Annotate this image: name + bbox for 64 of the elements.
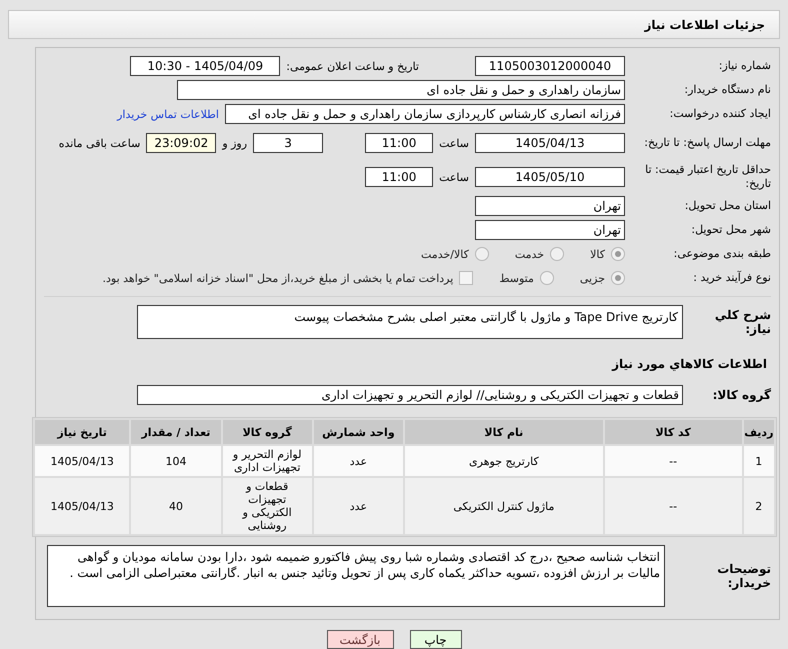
table-cell: 1405/04/13 (35, 446, 130, 476)
field-label: شهر محل تحویل: (690, 223, 771, 237)
payment-checkbox[interactable]: پرداخت تمام یا بخشی از مبلغ خرید،از محل "اسناد خزانه اسلامی" خواهد بود. (102, 271, 474, 285)
field-label: استان محل تحویل: (684, 199, 771, 213)
column-header: واحد شمارش (314, 420, 403, 444)
validity-time-field[interactable]: 11:00 (365, 167, 434, 187)
field-label: نوع فرآیند خرید : (692, 271, 771, 285)
table-cell: قطعات و تجهیزات الکتریکی و روشنایی (222, 478, 312, 534)
column-header: تاریخ نیاز (35, 420, 130, 444)
field-label: نام دستگاه خریدار: (683, 83, 771, 97)
field-label: شرح كلي نياز: (714, 308, 771, 336)
requester-field[interactable]: فرزانه انصاری کارشناس کارپردازی سازمان راهداری و حمل و نقل جاده ای (225, 104, 625, 124)
remaining-label: ساعت باقی مانده (58, 136, 140, 150)
table-cell: 2 (744, 478, 774, 534)
table-cell: 40 (131, 478, 221, 534)
field-label: تاریخ و ساعت اعلان عمومی: (286, 60, 419, 72)
table-cell: کارتریج جوهری (405, 446, 603, 476)
back-button[interactable]: بازگشت (326, 630, 394, 649)
field-label: حداقل تاریخ اعتبار قیمت: تا تاریخ: (644, 163, 771, 191)
validity-date-field[interactable]: 1405/05/10 (475, 167, 625, 187)
column-header: نام کالا (405, 420, 603, 444)
buyer-contact-link[interactable]: اطلاعات تماس خریدار (117, 108, 219, 120)
time-label: ساعت (439, 136, 469, 150)
time-label: ساعت (439, 170, 469, 184)
table-cell: -- (604, 446, 742, 476)
table-cell: عدد (314, 478, 403, 534)
table-cell: ماژول کنترل الکتریکی (405, 478, 603, 534)
location-field[interactable]: تهران (475, 196, 625, 216)
column-header: کد کالا (604, 420, 742, 444)
deadline-time-field[interactable]: 11:00 (365, 133, 434, 153)
deadline-date-field[interactable]: 1405/04/13 (475, 133, 625, 153)
field-label: گروه کالا: (712, 388, 771, 402)
location-field[interactable]: تهران (475, 220, 625, 240)
need-number-field[interactable]: 1105003012000040 (475, 56, 625, 76)
column-header: تعداد / مقدار (131, 420, 221, 444)
buyer-notes-field[interactable]: انتخاب شناسه صحیح ،درج کد اقتصادی وشماره شبا روی پیش فاکتورو ضمیمه شود ،دارا بودن سامانه مودیان و گواهی مالیات بر ارزش افزوده ،تسویه حداکثر یکماه کاری پس از تحویل وتائید جنس به انبار .گارانتی معتبراصلی الزامی است . (47, 545, 665, 607)
field-label: طبقه بندی موضوعی: (672, 247, 771, 261)
days-label: روز و (222, 136, 248, 150)
table-cell: لوازم التحریر و تجهیزات اداری (222, 446, 312, 476)
field-label: شماره نیاز: (718, 59, 771, 73)
field-label: ایجاد کننده درخواست: (668, 107, 771, 121)
category-radio[interactable]: خدمت (514, 247, 564, 261)
remaining-time-field[interactable]: 23:09:02 (146, 133, 216, 153)
table-cell: -- (604, 478, 742, 534)
table-cell: 1405/04/13 (35, 478, 130, 534)
section-heading: اطلاعات كالاهاي مورد نياز (610, 357, 767, 371)
category-radio[interactable]: کالا (590, 247, 625, 261)
field-label: توضیحات خریدار: (716, 562, 771, 590)
description-field[interactable]: کارتریج Tape Drive و ماژول با گارانتی معتبر اصلی بشرح مشخصات پیوست (137, 305, 683, 339)
table-cell: 104 (131, 446, 221, 476)
table-cell: 1 (744, 446, 774, 476)
days-field[interactable]: 3 (253, 133, 324, 153)
category-radio[interactable]: کالا/خدمت (421, 247, 489, 261)
buyer-org-field[interactable]: سازمان راهداری و حمل و نقل جاده ای (177, 80, 625, 100)
print-button[interactable]: چاپ (410, 630, 462, 649)
goods-group-field[interactable]: قطعات و تجهیزات الکتریکی و روشنایی// لوازم التحریر و تجهیزات اداری (137, 385, 683, 405)
field-label: مهلت ارسال پاسخ: تا تاریخ: (643, 136, 771, 150)
table-cell: عدد (314, 446, 403, 476)
process-radio[interactable]: جزیی (580, 271, 625, 285)
column-header: گروه کالا (222, 420, 312, 444)
page-title: جزئیات اطلاعات نیاز (644, 18, 765, 32)
announce-date-field[interactable]: 1405/04/09 - 10:30 (130, 56, 280, 76)
process-radio[interactable]: متوسط (499, 271, 554, 285)
column-header: ردیف (744, 420, 774, 444)
